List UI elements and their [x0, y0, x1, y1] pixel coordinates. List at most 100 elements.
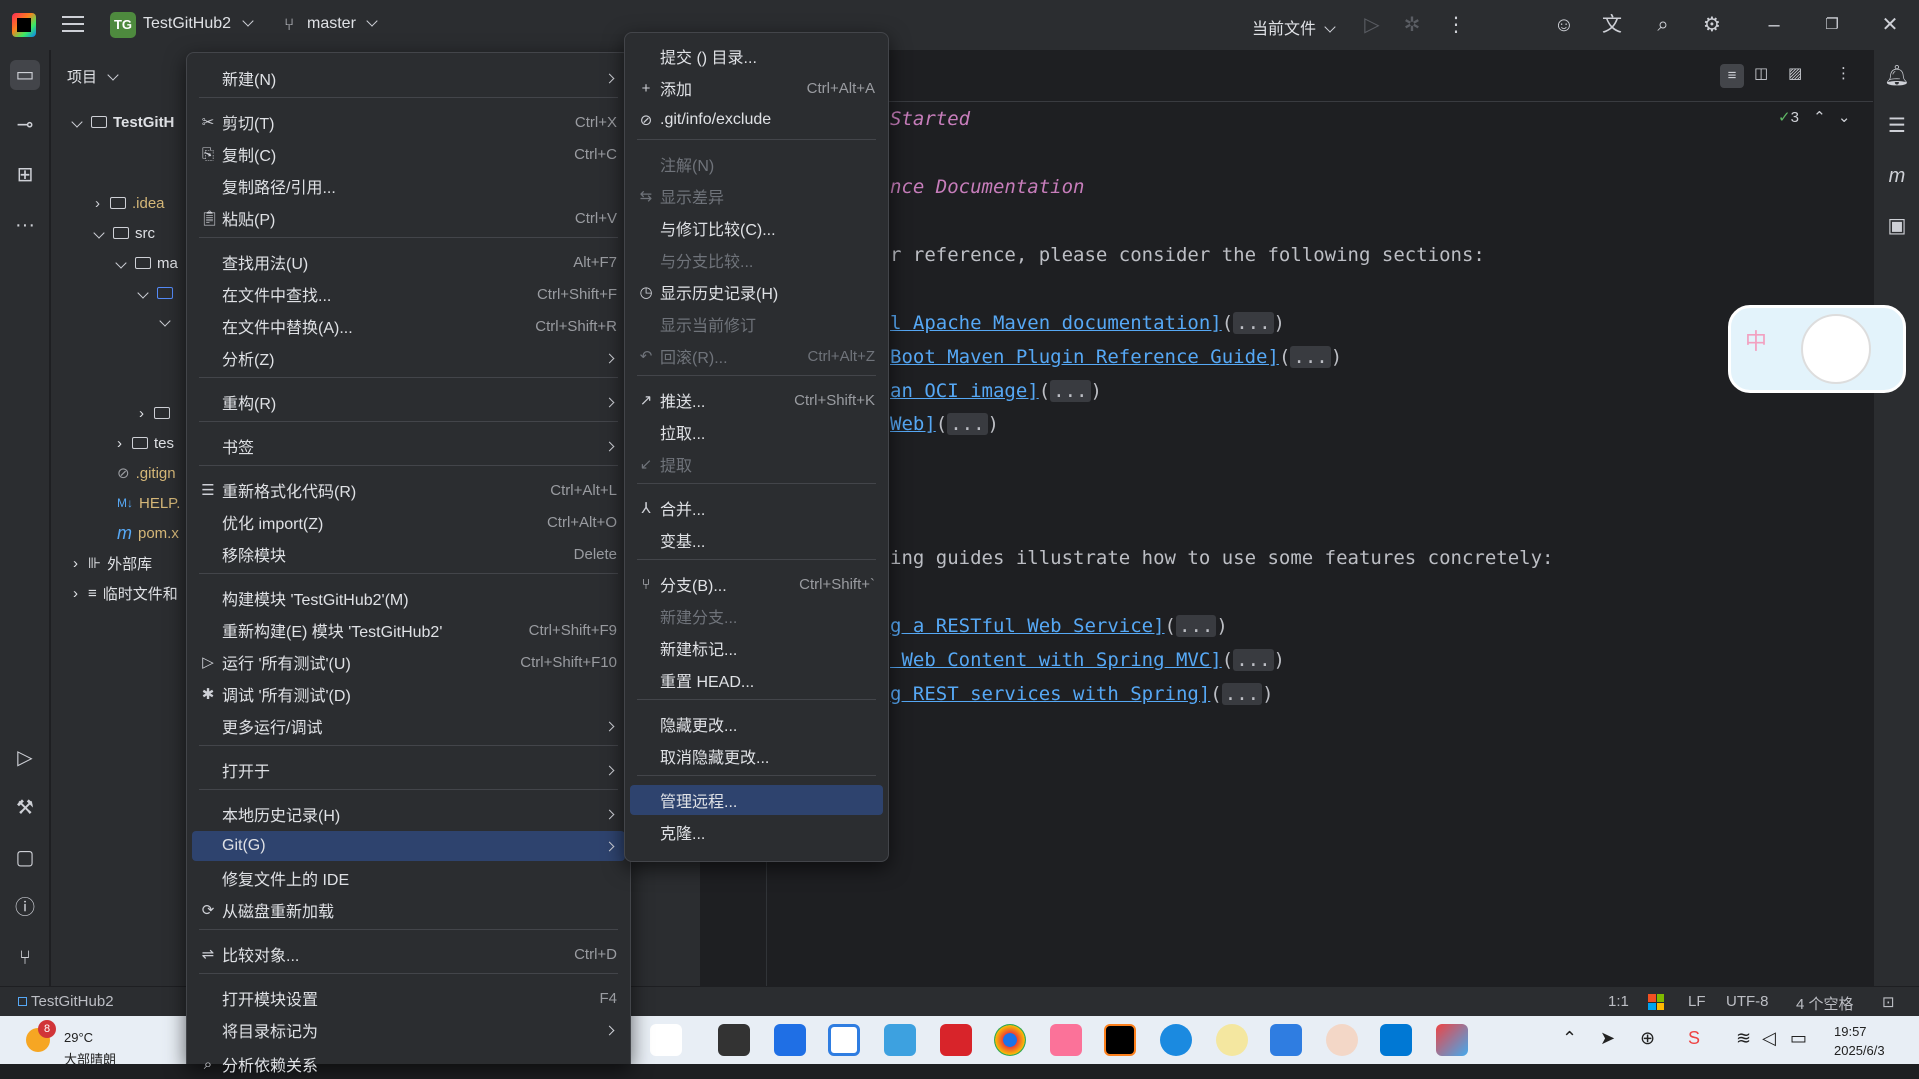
translate-icon[interactable]: 文	[1600, 13, 1624, 37]
edge-icon[interactable]	[1160, 1024, 1192, 1056]
battery-icon[interactable]: ▭	[1790, 1028, 1807, 1049]
indent-setting[interactable]: 4 个空格	[1796, 993, 1854, 1014]
git-menu-item-commit-directory[interactable]: 提交 () 目录...	[630, 41, 883, 71]
menu-item-compare-with[interactable]: ⇌ 比较对象... Ctrl+D	[192, 939, 625, 969]
doc-link[interactable]: Boot Maven Plugin Reference Guide]	[890, 346, 1279, 368]
git-menu-item-rebase[interactable]: 变基...	[630, 525, 883, 555]
avatar-app-icon[interactable]	[1326, 1024, 1358, 1056]
git-menu-item-push[interactable]: ↗ 推送... Ctrl+Shift+K	[630, 385, 883, 415]
more-tools-icon[interactable]: ···	[10, 210, 40, 240]
menu-item-debug-all-tests[interactable]: ✱ 调试 '所有测试'(D)	[192, 679, 625, 709]
doc-link[interactable]: Web]	[890, 413, 936, 435]
send-icon[interactable]: ➤	[1600, 1028, 1615, 1049]
folded-url[interactable]: ...	[1050, 380, 1091, 402]
globe-app-icon[interactable]	[884, 1024, 916, 1056]
s-app-icon[interactable]: S	[1688, 1028, 1700, 1049]
git-menu-item-show-history[interactable]: ◷ 显示历史记录(H)	[630, 277, 883, 307]
volume-icon[interactable]: ◁	[1762, 1028, 1776, 1049]
caret-position[interactable]: 1:1	[1608, 993, 1629, 1010]
inspection-widget[interactable]: ✓3 ⌃ ⌄	[1778, 108, 1850, 126]
menu-item-new[interactable]: 新建(N)	[192, 63, 625, 93]
project-panel-title[interactable]: 项目	[67, 66, 119, 87]
wps-app-icon[interactable]	[940, 1024, 972, 1056]
menu-item-cut[interactable]: ✂ 剪切(T) Ctrl+X	[192, 107, 625, 137]
menu-item-find-usages[interactable]: 查找用法(U) Alt+F7	[192, 247, 625, 277]
git-menu-item-manage-remotes[interactable]: 管理远程...	[630, 785, 883, 815]
clock-time[interactable]: 19:57	[1834, 1024, 1867, 1039]
menu-item-local-history[interactable]: 本地历史记录(H)	[192, 799, 625, 829]
menu-item-mark-directory-as[interactable]: 将目录标记为	[192, 1015, 625, 1045]
tree-row-resources[interactable]: ›	[139, 400, 176, 426]
menu-item-more-run-debug[interactable]: 更多运行/调试	[192, 711, 625, 741]
search-icon[interactable]: ⌕	[1651, 13, 1675, 37]
commit-icon[interactable]: ⊸	[10, 110, 40, 140]
tree-row-src[interactable]: src	[93, 220, 155, 246]
wifi-icon[interactable]: ≋	[1736, 1028, 1751, 1049]
git-menu-item-reset-head[interactable]: 重置 HEAD...	[630, 665, 883, 695]
menu-item-remove-module[interactable]: 移除模块 Delete	[192, 539, 625, 569]
folded-url[interactable]: ...	[1290, 346, 1331, 368]
run-config-selector[interactable]: 当前文件	[1252, 15, 1337, 39]
git-menu-item-add[interactable]: + 添加 Ctrl+Alt+A	[630, 73, 883, 103]
branch-selector[interactable]: master	[307, 15, 379, 33]
notifications-bell-icon[interactable]: 🔔︎	[1883, 62, 1911, 90]
doc-link[interactable]: an OCI image]	[890, 380, 1039, 402]
chat-app-icon[interactable]	[1216, 1024, 1248, 1056]
tree-row-external-libraries[interactable]: › ⊪ 外部库	[73, 550, 152, 576]
folded-url[interactable]: ...	[1176, 615, 1217, 637]
tree-row-scratches[interactable]: › ≡ 临时文件和	[73, 580, 178, 606]
doc-link[interactable]: l Apache Maven documentation]	[890, 312, 1222, 334]
git-menu-item-merge[interactable]: ⅄ 合并...	[630, 493, 883, 523]
git-menu-item-new-tag[interactable]: 新建标记...	[630, 633, 883, 663]
git-menu-item-stash-changes[interactable]: 隐藏更改...	[630, 709, 883, 739]
file-app-icon[interactable]	[718, 1024, 750, 1056]
sparkle-app-icon[interactable]	[650, 1024, 682, 1056]
menu-item-build-module[interactable]: 构建模块 'TestGitHub2'(M)	[192, 583, 625, 613]
menu-item-reload-from-disk[interactable]: ⟳ 从磁盘重新加载	[192, 895, 625, 925]
doc-link[interactable]: g REST services with Spring]	[890, 683, 1210, 705]
project-badge[interactable]: TG	[110, 12, 136, 38]
intellij-taskbar-icon[interactable]	[1104, 1024, 1136, 1056]
menu-item-rebuild-module[interactable]: 重新构建(E) 模块 'TestGitHub2' Ctrl+Shift+F9	[192, 615, 625, 645]
menu-item-refactor[interactable]: 重构(R)	[192, 387, 625, 417]
user-icon[interactable]: ☺	[1552, 13, 1576, 37]
tree-row-pom[interactable]: m pom.x	[117, 520, 179, 546]
lock-icon[interactable]: ⊡	[1882, 993, 1895, 1011]
line-separator[interactable]: LF	[1688, 993, 1706, 1010]
menu-item-find-in-files[interactable]: 在文件中查找... Ctrl+Shift+F	[192, 279, 625, 309]
doc-link[interactable]: Web Content with Spring MVC]	[890, 649, 1221, 671]
lightning-app-icon[interactable]	[774, 1024, 806, 1056]
git-menu-item-compare-with-revision[interactable]: 与修订比较(C)...	[630, 213, 883, 243]
cloud-app-icon[interactable]	[828, 1024, 860, 1056]
folded-url[interactable]: ...	[1233, 312, 1274, 334]
split-view-icon[interactable]: ◫	[1754, 64, 1768, 82]
notes-app-icon[interactable]	[1270, 1024, 1302, 1056]
main-menu-icon[interactable]	[62, 16, 84, 34]
editor-more-icon[interactable]: ⋮	[1836, 64, 1851, 82]
menu-item-copy-path[interactable]: 复制路径/引用...	[192, 171, 625, 201]
vscode-icon[interactable]	[1380, 1024, 1412, 1056]
more-actions-icon[interactable]: ⋮	[1444, 13, 1468, 37]
clock-date[interactable]: 2025/6/3	[1834, 1043, 1885, 1059]
maven-icon[interactable]: m	[1883, 162, 1911, 190]
menu-item-open-in[interactable]: 打开于	[192, 755, 625, 785]
intellij-logo-icon[interactable]	[12, 13, 36, 37]
doc-link[interactable]: g a RESTful Web Service]	[890, 615, 1165, 637]
services-icon[interactable]: ▷	[10, 743, 40, 773]
settings-gear-icon[interactable]: ⚙	[1700, 13, 1724, 37]
database-icon[interactable]: ☰	[1883, 112, 1911, 140]
menu-item-module-settings[interactable]: 打开模块设置 F4	[192, 983, 625, 1013]
tree-row-test[interactable]: › tes	[117, 430, 174, 456]
structure-icon[interactable]: ⊞	[10, 160, 40, 190]
tree-row-java[interactable]	[137, 280, 179, 306]
tree-row-root[interactable]: TestGitH	[71, 109, 174, 135]
ai-assistant-icon[interactable]: ▣	[1883, 212, 1911, 240]
menu-item-git[interactable]: Git(G)	[192, 831, 625, 861]
git-menu-item-unstash-changes[interactable]: 取消隐藏更改...	[630, 741, 883, 771]
tree-row-main[interactable]: ma	[115, 250, 178, 276]
folded-url[interactable]: ...	[1221, 683, 1263, 705]
terminal-icon[interactable]: ▢	[10, 843, 40, 873]
menu-item-analyze-dependencies[interactable]: ⌕ 分析依赖关系	[192, 1049, 625, 1079]
menu-item-run-all-tests[interactable]: ▷ 运行 '所有测试'(U) Ctrl+Shift+F10	[192, 647, 625, 677]
tree-row-gitignore[interactable]: ⊘ .gitign	[117, 460, 176, 486]
